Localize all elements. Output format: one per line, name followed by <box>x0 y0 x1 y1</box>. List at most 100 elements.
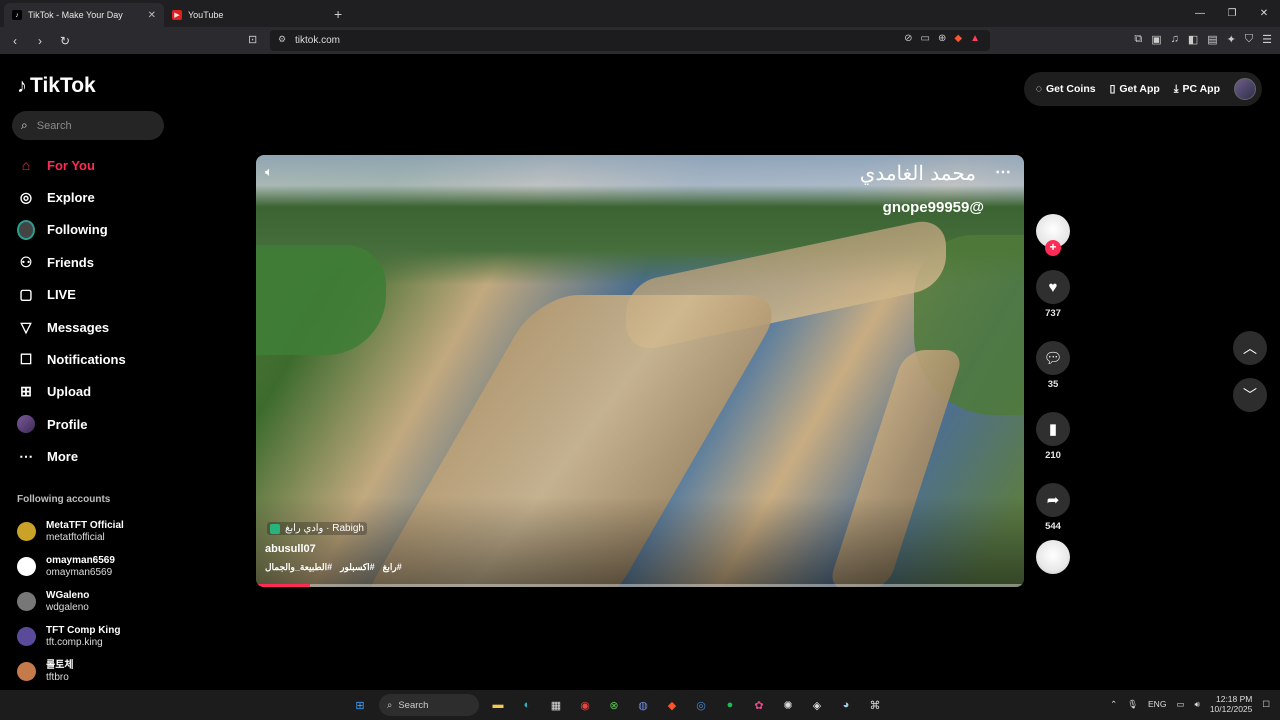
bookmark-icon[interactable]: ▮ <box>1036 412 1070 446</box>
reload-icon[interactable]: ↻ <box>55 34 75 48</box>
more-options-icon[interactable]: ⋯ <box>995 162 1012 182</box>
account-username: tftbro <box>46 671 69 683</box>
get-app-button[interactable]: ▯ Get App <box>1110 83 1160 95</box>
profile-avatar-icon <box>17 415 35 434</box>
zoom-icon[interactable]: ⊕ <box>938 33 946 44</box>
spotify-icon[interactable]: ● <box>720 695 740 715</box>
windows-start-icon[interactable]: ⊞ <box>350 695 370 715</box>
following-account-item[interactable]: MetaTFT Official metatftofficial <box>17 514 124 549</box>
url-text[interactable]: tiktok.com <box>295 35 340 46</box>
music-icon[interactable]: ♫ <box>1171 33 1179 46</box>
share-action[interactable]: ➦ 544 <box>1036 483 1070 532</box>
store-icon[interactable]: ▦ <box>546 695 566 715</box>
following-account-item[interactable]: TFT Comp King tft.comp.king <box>17 619 124 654</box>
capcut-icon[interactable]: ⌘ <box>865 695 885 715</box>
following-account-item[interactable]: WGaleno wdgaleno <box>17 584 124 619</box>
sidebar-item-more[interactable]: ⋯ More <box>17 441 126 473</box>
music-disc-icon[interactable] <box>1036 540 1070 574</box>
openai-icon[interactable]: ✺ <box>778 695 798 715</box>
sidebar-item-profile[interactable]: Profile <box>17 408 126 440</box>
steam-icon[interactable]: ◕ <box>836 695 856 715</box>
account-name: omayman6569 <box>46 554 115 566</box>
user-avatar[interactable] <box>1234 78 1256 100</box>
minimize-icon[interactable]: — <box>1184 0 1216 27</box>
close-tab-icon[interactable]: ✕ <box>148 10 156 21</box>
extensions-icon[interactable]: ⧉ <box>1134 33 1142 46</box>
sidebar-item-friends[interactable]: ⚇ Friends <box>17 246 126 278</box>
xbox-icon[interactable]: ⊗ <box>604 695 624 715</box>
location-tag[interactable]: وادي رابغ · Rabigh <box>267 522 367 535</box>
leo-ai-icon[interactable]: ✦ <box>1227 33 1236 46</box>
follow-plus-icon[interactable]: + <box>1045 240 1061 256</box>
discord-icon[interactable]: ◍ <box>633 695 653 715</box>
file-explorer-icon[interactable]: ▬ <box>488 695 508 715</box>
volume-icon[interactable]: 🔈︎ <box>265 164 273 180</box>
app-icon[interactable]: ◈ <box>807 695 827 715</box>
maximize-icon[interactable]: ❐ <box>1216 0 1248 27</box>
save-action[interactable]: ▮ 210 <box>1036 412 1070 461</box>
sidebar-item-live[interactable]: ▢ LIVE <box>17 279 126 311</box>
brave-icon[interactable]: ◆ <box>662 695 682 715</box>
new-tab-icon[interactable]: + <box>334 6 342 22</box>
sidebar-item-following[interactable]: Following <box>17 214 126 246</box>
hashtag[interactable]: #رابغ <box>383 562 402 573</box>
edge-icon[interactable]: ◐ <box>517 695 537 715</box>
tab-youtube[interactable]: ▶ YouTube <box>164 3 324 27</box>
video-progress[interactable] <box>256 584 1024 587</box>
site-info-icon[interactable]: ⚙ <box>278 34 286 45</box>
taskbar-search[interactable]: ⌕ Search <box>379 694 479 716</box>
comment-action[interactable]: 💬︎ 35 <box>1036 341 1070 390</box>
previous-video-button[interactable]: ︿ <box>1233 331 1267 365</box>
clock[interactable]: 12:18 PM 10/12/2025 <box>1210 694 1253 714</box>
close-window-icon[interactable]: ✕ <box>1248 0 1280 27</box>
bookmark-icon[interactable]: ⊡ <box>248 33 257 46</box>
sidebar-item-explore[interactable]: ◎ Explore <box>17 181 126 213</box>
creator-avatar[interactable]: + <box>1036 214 1070 256</box>
screenshot-icon[interactable]: ▣ <box>1151 33 1161 46</box>
address-bar[interactable]: ⚙ tiktok.com ⊘ ▭ ⊕ ◆ ▲ <box>270 30 990 51</box>
notification-icon[interactable]: ☐ <box>1262 699 1270 710</box>
chrome-icon[interactable]: ◉ <box>575 695 595 715</box>
brave-rewards-icon[interactable]: ▲ <box>970 33 980 44</box>
pc-app-button[interactable]: ⤓ PC App <box>1174 83 1220 96</box>
next-video-button[interactable]: ﹀ <box>1233 378 1267 412</box>
back-icon[interactable]: ‹ <box>5 34 25 48</box>
language-indicator[interactable]: ENG <box>1148 699 1166 709</box>
screen-icon[interactable]: ▭ <box>921 33 930 44</box>
heart-icon[interactable]: ♥ <box>1036 270 1070 304</box>
forward-icon[interactable]: › <box>30 34 50 48</box>
network-icon[interactable]: ▭ <box>1176 699 1184 710</box>
logo-text: TikTok <box>30 74 96 97</box>
volume-icon[interactable]: 🔊︎ <box>1194 699 1199 710</box>
hashtag[interactable]: #اكسبلور <box>340 562 375 573</box>
sidebar-icon[interactable]: ◧ <box>1188 33 1198 46</box>
sidebar-item-label: Profile <box>47 416 88 432</box>
video-author[interactable]: abusull07 <box>265 543 316 555</box>
qbittorrent-icon[interactable]: ◎ <box>691 695 711 715</box>
tiktok-logo[interactable]: ♪ TikTok <box>17 74 96 98</box>
sidebar-item-upload[interactable]: ⊞ Upload <box>17 376 126 408</box>
search-input[interactable]: ⌕ Search <box>12 111 164 140</box>
like-action[interactable]: ♥ 737 <box>1036 270 1070 319</box>
account-username: tft.comp.king <box>46 636 103 648</box>
cast-off-icon[interactable]: ⊘ <box>904 33 912 44</box>
sidebar-item-label: Friends <box>47 254 94 270</box>
microphone-icon[interactable]: 🎙︎ <box>1127 699 1138 710</box>
menu-icon[interactable]: ☰ <box>1262 33 1272 46</box>
tab-tiktok[interactable]: ♪ TikTok - Make Your Day ✕ <box>4 3 164 27</box>
following-account-item[interactable]: 롤토체 tftbro <box>17 654 124 689</box>
wallet-icon[interactable]: ▤ <box>1207 33 1217 46</box>
comment-icon[interactable]: 💬︎ <box>1036 341 1070 375</box>
sidebar-item-notifications[interactable]: ☐ Notifications <box>17 343 126 375</box>
hashtag[interactable]: #الطبيعة_والجمال <box>265 562 332 573</box>
video-player[interactable]: 🔈︎ ⋯ محمد الغامدي gnope99959@ وادي رابغ … <box>256 155 1024 587</box>
brave-shield-icon[interactable]: ◆ <box>954 33 962 44</box>
sidebar-item-messages[interactable]: ▽ Messages <box>17 311 126 343</box>
chevron-up-icon[interactable]: ⌃ <box>1110 699 1117 710</box>
get-coins-button[interactable]: ◌ Get Coins <box>1036 83 1096 95</box>
sidebar-item-for-you[interactable]: ⌂ For You <box>17 149 126 181</box>
share-icon[interactable]: ➦ <box>1036 483 1070 517</box>
following-account-item[interactable]: omayman6569 omayman6569 <box>17 549 124 584</box>
color-app-icon[interactable]: ✿ <box>749 695 769 715</box>
vpn-icon[interactable]: ⛉ <box>1245 33 1253 46</box>
